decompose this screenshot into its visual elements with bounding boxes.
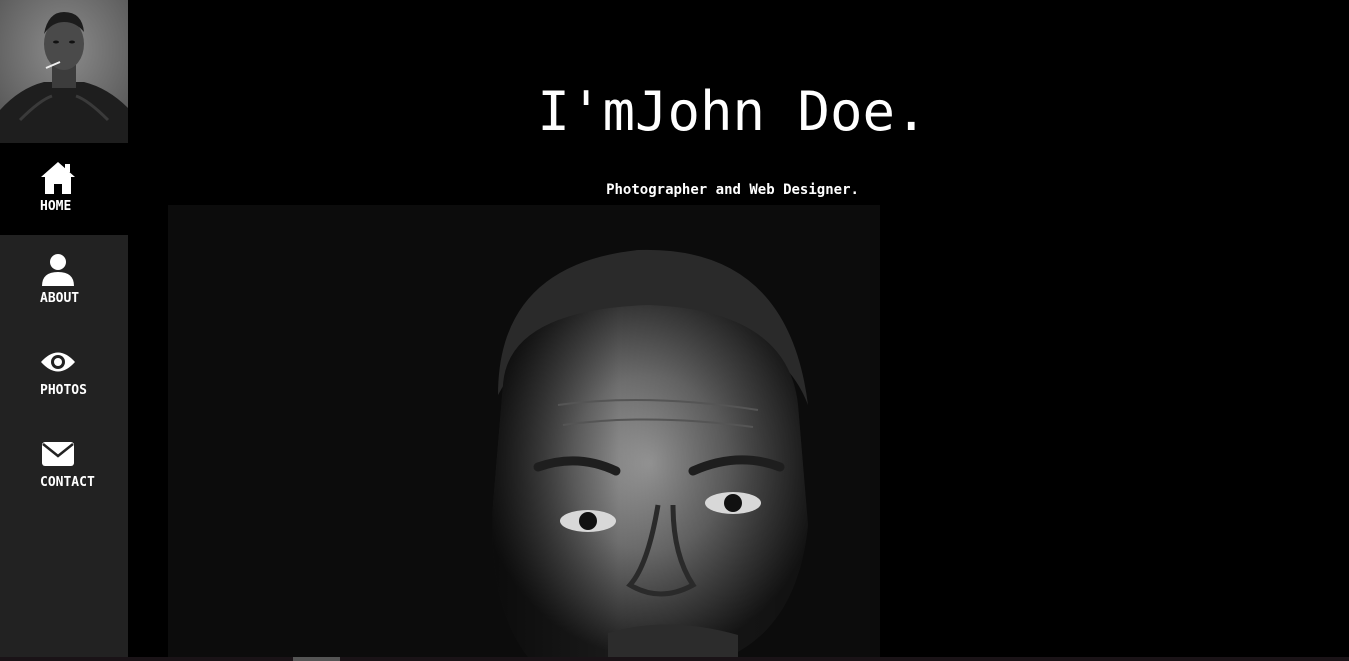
main-content: I'mJohn Doe. Photographer and Web Design… <box>128 0 1349 657</box>
nav-label-contact: CONTACT <box>40 475 95 490</box>
nav-item-contact[interactable]: CONTACT <box>0 419 128 511</box>
avatar <box>0 0 128 143</box>
nav-label-home: HOME <box>40 199 72 214</box>
horizontal-scrollbar[interactable] <box>0 657 1349 661</box>
nav-label-photos: PHOTOS <box>40 383 87 398</box>
hero-subtitle: Photographer and Web Designer. <box>606 182 859 198</box>
nav-item-home[interactable]: HOME <box>0 143 128 235</box>
home-icon <box>40 161 76 195</box>
nav-item-about[interactable]: ABOUT <box>0 235 128 327</box>
scrollbar-thumb[interactable] <box>293 657 340 661</box>
nav-item-photos[interactable]: PHOTOS <box>0 327 128 419</box>
nav-label-about: ABOUT <box>40 291 80 306</box>
hero-title: I'mJohn Doe. <box>537 80 928 143</box>
hero-portrait-image <box>168 205 880 657</box>
page: HOME ABOUT PHOTOS CONTACT I'mJohn Doe. P… <box>0 0 1349 661</box>
user-icon <box>40 253 76 287</box>
avatar-portrait-image <box>0 0 128 143</box>
envelope-icon <box>40 437 76 471</box>
sidebar: HOME ABOUT PHOTOS CONTACT <box>0 0 128 657</box>
eye-icon <box>40 345 76 379</box>
